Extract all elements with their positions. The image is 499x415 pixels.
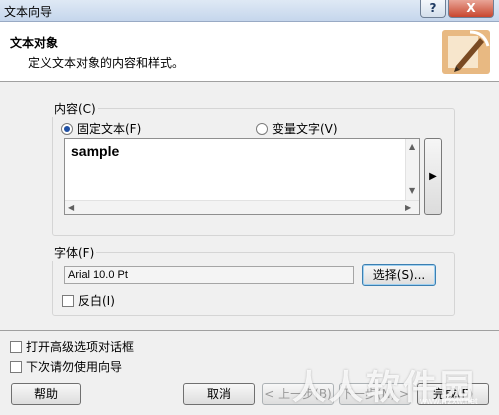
help-title-button[interactable]: ?	[420, 0, 446, 18]
pen-paper-icon	[442, 30, 490, 74]
invert-checkbox[interactable]: 反白(I)	[62, 292, 115, 309]
close-button[interactable]: X	[448, 0, 494, 18]
advanced-options-checkbox[interactable]: 打开高级选项对话框	[10, 338, 134, 355]
no-wizard-checkbox[interactable]: 下次请勿使用向导	[10, 358, 122, 375]
title-bar: 文本向导 ? X	[0, 0, 499, 22]
cancel-button[interactable]: 取消	[183, 383, 255, 405]
page-title: 文本对象	[10, 36, 59, 50]
scroll-left-icon[interactable]: ◀	[68, 204, 74, 212]
radio-unselected-icon	[256, 122, 268, 135]
horizontal-scrollbar[interactable]: ◀ ▶	[65, 200, 419, 214]
watermark-url: www.rrzxw.net	[420, 396, 478, 406]
text-content-input[interactable]: sample ▲ ▼ ◀ ▶	[64, 138, 420, 215]
scroll-right-icon[interactable]: ▶	[405, 204, 411, 212]
page-subtitle: 定义文本对象的内容和样式。	[28, 56, 185, 70]
vertical-scrollbar[interactable]: ▲ ▼	[405, 139, 419, 201]
invert-label: 反白(I)	[78, 294, 115, 308]
text-content-value: sample	[71, 143, 120, 159]
checkbox-unchecked-icon	[10, 360, 22, 373]
scroll-down-icon[interactable]: ▼	[409, 187, 415, 195]
wizard-header: 文本对象 定义文本对象的内容和样式。	[0, 22, 499, 82]
advanced-options-label: 打开高级选项对话框	[26, 340, 135, 354]
font-display-field: Arial 10.0 Pt	[64, 266, 354, 284]
choose-font-button[interactable]: 选择(S)...	[362, 264, 436, 286]
scroll-up-icon[interactable]: ▲	[409, 143, 415, 151]
no-wizard-label: 下次请勿使用向导	[26, 360, 123, 374]
insert-field-button[interactable]: ▶	[424, 138, 442, 215]
radio-selected-icon	[61, 122, 73, 135]
help-button[interactable]: 帮助	[11, 383, 81, 405]
text-wizard-window: 文本向导 ? X 文本对象 定义文本对象的内容和样式。 内容(C) 固定文本(F…	[0, 0, 499, 415]
checkbox-unchecked-icon	[62, 294, 74, 307]
checkbox-unchecked-icon	[10, 340, 22, 353]
variable-text-label: 变量文字(V)	[272, 122, 338, 136]
fixed-text-label: 固定文本(F)	[77, 122, 142, 136]
fixed-text-radio[interactable]: 固定文本(F)	[61, 120, 141, 137]
content-group-label: 内容(C)	[52, 100, 98, 117]
separator	[0, 330, 499, 331]
window-title: 文本向导	[4, 5, 53, 19]
variable-text-radio[interactable]: 变量文字(V)	[256, 120, 338, 137]
font-group-label: 字体(F)	[52, 244, 97, 261]
arrow-right-icon: ▶	[429, 171, 437, 182]
